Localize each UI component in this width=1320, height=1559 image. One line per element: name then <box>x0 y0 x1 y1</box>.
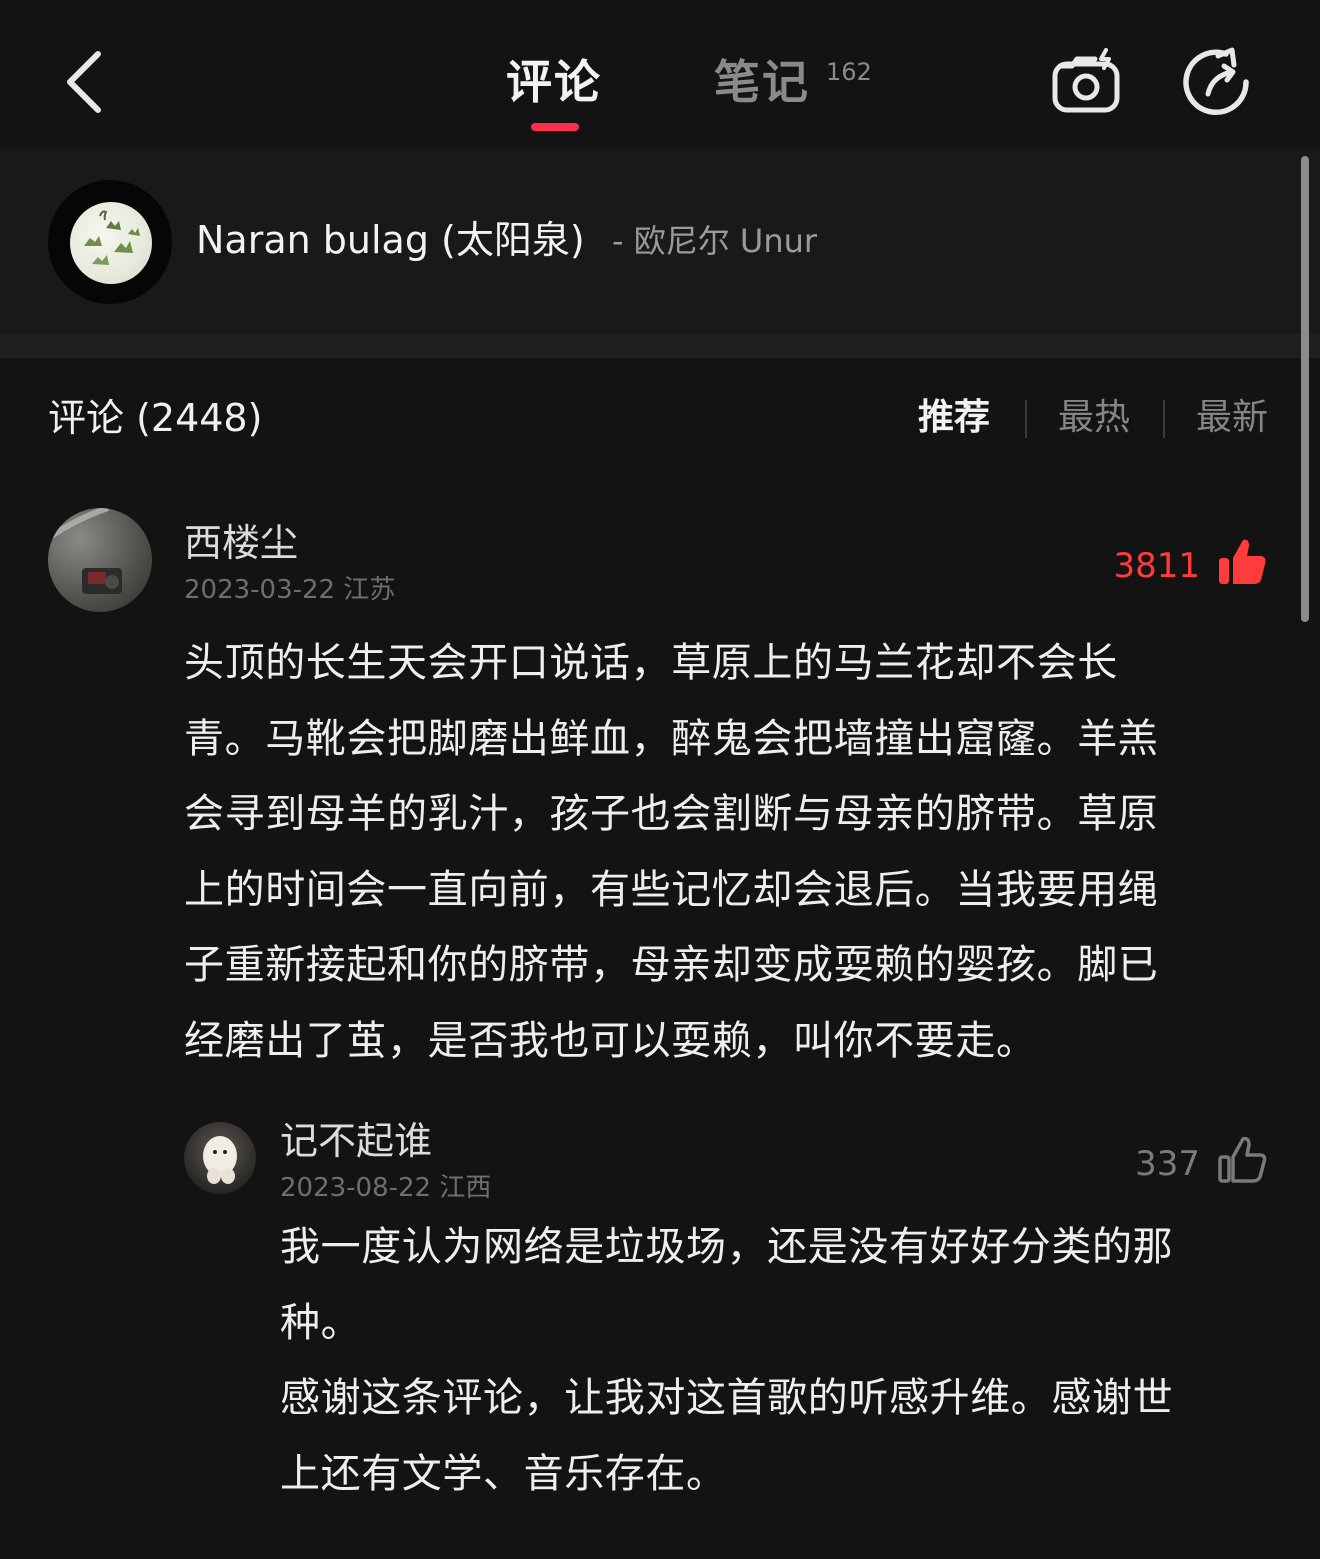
section-divider <box>0 334 1320 358</box>
comment-meta: 2023-03-22 江苏 <box>184 572 395 608</box>
reply-line: 我一度认为网络是垃圾场，还是没有好好分类的那 <box>280 1224 1174 1270</box>
reply-body: 我一度认为网络是垃圾场，还是没有好好分类的那 种。 感谢这条评论，让我对这首歌的… <box>280 1210 1280 1512</box>
album-cover <box>70 202 152 284</box>
tab-comments[interactable]: 评论 <box>506 50 602 114</box>
sort-separator <box>1025 400 1027 438</box>
share-icon[interactable] <box>1180 44 1256 120</box>
tab-notes[interactable]: 笔记 <box>714 50 810 114</box>
reply-location: 江西 <box>439 1173 492 1203</box>
comment-like-count: 3811 <box>1113 546 1200 586</box>
reply-like-count: 337 <box>1135 1144 1200 1184</box>
reply-line: 上还有文学、音乐存在。 <box>280 1450 727 1497</box>
reply-line: 感谢这条评论，让我对这首歌的听感升维。感谢世 <box>280 1375 1174 1421</box>
reply-username[interactable]: 记不起谁 <box>280 1114 432 1168</box>
comment-location: 江苏 <box>343 575 396 605</box>
comment-line: 会寻到母羊的乳汁，孩子也会割断与母亲的脐带。草原 <box>184 791 1159 837</box>
scrollbar[interactable] <box>1301 156 1309 622</box>
sort-newest[interactable]: 最新 <box>1196 392 1268 444</box>
comment-username[interactable]: 西楼尘 <box>184 516 298 570</box>
comment-line: 青。马靴会把脚磨出鲜血，醉鬼会把墙撞出窟窿。羊羔 <box>184 715 1159 762</box>
comment-line: 经磨出了茧，是否我也可以耍赖，叫你不要走。 <box>184 1017 1037 1064</box>
comment-body: 头顶的长生天会开口说话，草原上的马兰花却不会长 青。马靴会把脚磨出鲜血，醉鬼会把… <box>184 626 1274 1079</box>
comment-line: 子重新接起和你的脐带，母亲却变成耍赖的婴孩。脚已 <box>184 942 1159 988</box>
sort-separator <box>1163 400 1165 438</box>
comment-line: 上的时间会一直向前，有些记忆却会退后。当我要用绳 <box>184 866 1159 913</box>
reply-meta: 2023-08-22 江西 <box>280 1170 491 1206</box>
song-artist[interactable]: - 欧尼尔 Unur <box>612 216 817 266</box>
reply-line: 种。 <box>280 1299 362 1346</box>
reply-date: 2023-08-22 <box>280 1173 432 1203</box>
comment-date: 2023-03-22 <box>184 575 336 605</box>
tab-notes-count: 162 <box>826 58 872 86</box>
thumbs-up-icon[interactable] <box>1216 536 1268 588</box>
avatar[interactable] <box>48 508 152 612</box>
back-icon[interactable] <box>58 46 118 118</box>
sort-recommended[interactable]: 推荐 <box>918 392 990 444</box>
thumbs-up-icon[interactable] <box>1216 1134 1268 1186</box>
camera-icon[interactable] <box>1050 44 1122 116</box>
comment-line: 头顶的长生天会开口说话，草原上的马兰花却不会长 <box>184 640 1118 686</box>
comments-count-label: 评论 (2448) <box>48 396 263 440</box>
sort-hottest[interactable]: 最热 <box>1058 392 1130 444</box>
tab-active-indicator <box>531 123 579 131</box>
song-title[interactable]: Naran bulag (太阳泉) <box>196 212 585 268</box>
reply-avatar[interactable] <box>184 1122 256 1194</box>
